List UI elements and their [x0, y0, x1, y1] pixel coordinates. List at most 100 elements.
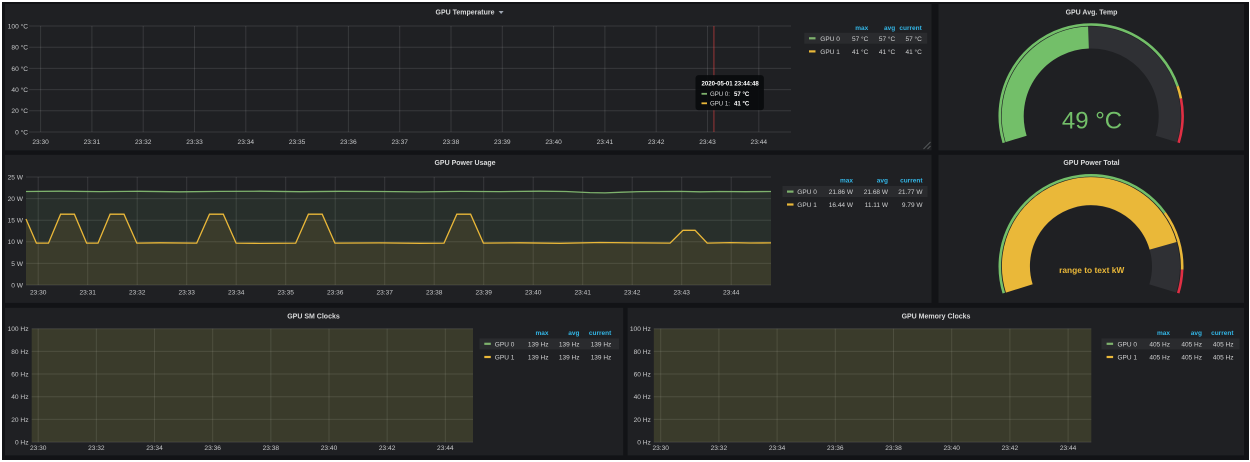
svg-text:23:33: 23:33 [178, 289, 195, 296]
svg-text:11.11 W: 11.11 W [865, 202, 889, 209]
svg-text:40 Hz: 40 Hz [634, 394, 651, 401]
svg-text:avg: avg [1191, 330, 1202, 337]
svg-text:40 Hz: 40 Hz [11, 394, 28, 401]
svg-text:GPU Memory Clocks: GPU Memory Clocks [902, 314, 971, 321]
svg-text:10 W: 10 W [8, 239, 24, 246]
svg-text:9.79 W: 9.79 W [902, 202, 923, 209]
svg-text:range to text kW: range to text kW [1059, 265, 1124, 275]
svg-text:GPU 0: GPU 0 [1118, 341, 1138, 348]
svg-text:23:44: 23:44 [751, 139, 768, 146]
svg-text:GPU 1: GPU 1 [1118, 355, 1138, 362]
svg-text:405 Hz: 405 Hz [1181, 355, 1202, 362]
svg-text:0 Hz: 0 Hz [15, 440, 29, 447]
svg-text:23:32: 23:32 [88, 445, 105, 452]
svg-text:GPU Avg. Temp: GPU Avg. Temp [1066, 10, 1118, 17]
svg-text:405 Hz: 405 Hz [1181, 341, 1202, 348]
svg-text:41 °C: 41 °C [879, 48, 896, 56]
svg-text:23:30: 23:30 [32, 139, 49, 146]
svg-text:57 °C: 57 °C [734, 91, 750, 98]
svg-text:23:44: 23:44 [1060, 445, 1077, 452]
svg-text:0 °C: 0 °C [15, 128, 28, 136]
svg-text:139 Hz: 139 Hz [591, 355, 612, 362]
svg-text:23:35: 23:35 [289, 139, 306, 146]
svg-text:23:37: 23:37 [391, 139, 408, 146]
svg-text:41 °C: 41 °C [734, 101, 750, 108]
svg-text:23:40: 23:40 [545, 139, 562, 146]
svg-text:20 W: 20 W [8, 196, 24, 203]
svg-text:23:38: 23:38 [426, 289, 443, 296]
svg-text:23:34: 23:34 [228, 289, 245, 296]
svg-text:23:30: 23:30 [30, 445, 47, 452]
svg-text:2020-05-01 23:44:48: 2020-05-01 23:44:48 [702, 81, 760, 88]
svg-text:0 Hz: 0 Hz [637, 440, 651, 447]
svg-text:GPU Power Usage: GPU Power Usage [434, 160, 495, 167]
svg-text:avg: avg [877, 178, 888, 185]
svg-text:23:36: 23:36 [340, 139, 357, 146]
svg-text:23:31: 23:31 [84, 139, 101, 146]
svg-text:100 Hz: 100 Hz [630, 326, 651, 333]
svg-text:5 W: 5 W [11, 261, 23, 268]
svg-text:GPU 0: GPU 0 [797, 189, 817, 196]
svg-text:21.68 W: 21.68 W [864, 189, 889, 196]
svg-text:23:31: 23:31 [79, 289, 96, 296]
svg-text:23:35: 23:35 [277, 289, 294, 296]
svg-text:23:36: 23:36 [827, 445, 844, 452]
svg-text:139 Hz: 139 Hz [559, 355, 580, 362]
svg-text:0 W: 0 W [11, 282, 23, 289]
svg-text:49 °C: 49 °C [1062, 108, 1122, 135]
svg-text:23:41: 23:41 [574, 289, 591, 296]
svg-text:41 °C: 41 °C [852, 48, 869, 56]
svg-text:23:41: 23:41 [597, 139, 614, 146]
svg-text:23:40: 23:40 [525, 289, 542, 296]
svg-text:GPU Temperature: GPU Temperature [436, 10, 495, 17]
svg-text:23:34: 23:34 [238, 139, 255, 146]
svg-text:139 Hz: 139 Hz [528, 355, 549, 362]
svg-text:23:32: 23:32 [129, 289, 146, 296]
svg-text:100 Hz: 100 Hz [8, 326, 29, 333]
svg-text:80 °C: 80 °C [11, 44, 28, 52]
svg-text:20 °C: 20 °C [11, 107, 28, 115]
svg-text:max: max [840, 178, 853, 185]
svg-text:60 Hz: 60 Hz [634, 371, 651, 378]
svg-text:405 Hz: 405 Hz [1149, 355, 1170, 362]
svg-text:80 Hz: 80 Hz [634, 349, 651, 356]
svg-text:16.44 W: 16.44 W [829, 202, 854, 209]
svg-text:23:42: 23:42 [624, 289, 641, 296]
svg-text:139 Hz: 139 Hz [559, 341, 580, 348]
svg-text:23:34: 23:34 [769, 445, 786, 452]
svg-text:23:40: 23:40 [321, 445, 338, 452]
svg-text:139 Hz: 139 Hz [591, 341, 612, 348]
svg-text:23:32: 23:32 [711, 445, 728, 452]
svg-text:23:37: 23:37 [376, 289, 393, 296]
svg-text:23:40: 23:40 [943, 445, 960, 452]
svg-text:40 °C: 40 °C [11, 86, 28, 94]
svg-text:23:38: 23:38 [263, 445, 280, 452]
svg-text:25 W: 25 W [8, 174, 24, 181]
svg-text:23:44: 23:44 [723, 289, 740, 296]
svg-text:100 °C: 100 °C [8, 22, 28, 30]
svg-text:23:39: 23:39 [494, 139, 511, 146]
svg-text:23:30: 23:30 [30, 289, 47, 296]
svg-text:139 Hz: 139 Hz [528, 341, 549, 348]
svg-text:23:42: 23:42 [648, 139, 665, 146]
svg-text:57 °C: 57 °C [852, 35, 869, 43]
svg-text:current: current [900, 178, 923, 185]
svg-text:23:43: 23:43 [673, 289, 690, 296]
svg-text:57 °C: 57 °C [879, 35, 896, 43]
svg-text:23:42: 23:42 [1002, 445, 1019, 452]
svg-text:57 °C: 57 °C [905, 35, 922, 43]
svg-text:21.86 W: 21.86 W [829, 189, 854, 196]
svg-text:23:33: 23:33 [186, 139, 203, 146]
svg-text:23:34: 23:34 [146, 445, 163, 452]
svg-text:GPU 1: GPU 1 [820, 49, 840, 56]
svg-text:23:38: 23:38 [443, 139, 460, 146]
svg-text:GPU 1: GPU 1 [495, 355, 515, 362]
svg-text:GPU Power Total: GPU Power Total [1063, 160, 1119, 167]
svg-text:max: max [535, 330, 548, 337]
svg-text:23:36: 23:36 [204, 445, 221, 452]
svg-text:20 Hz: 20 Hz [634, 417, 651, 424]
svg-text:20 Hz: 20 Hz [11, 417, 28, 424]
svg-text:GPU 0:: GPU 0: [710, 91, 730, 98]
svg-text:current: current [589, 330, 612, 337]
svg-text:23:36: 23:36 [327, 289, 344, 296]
